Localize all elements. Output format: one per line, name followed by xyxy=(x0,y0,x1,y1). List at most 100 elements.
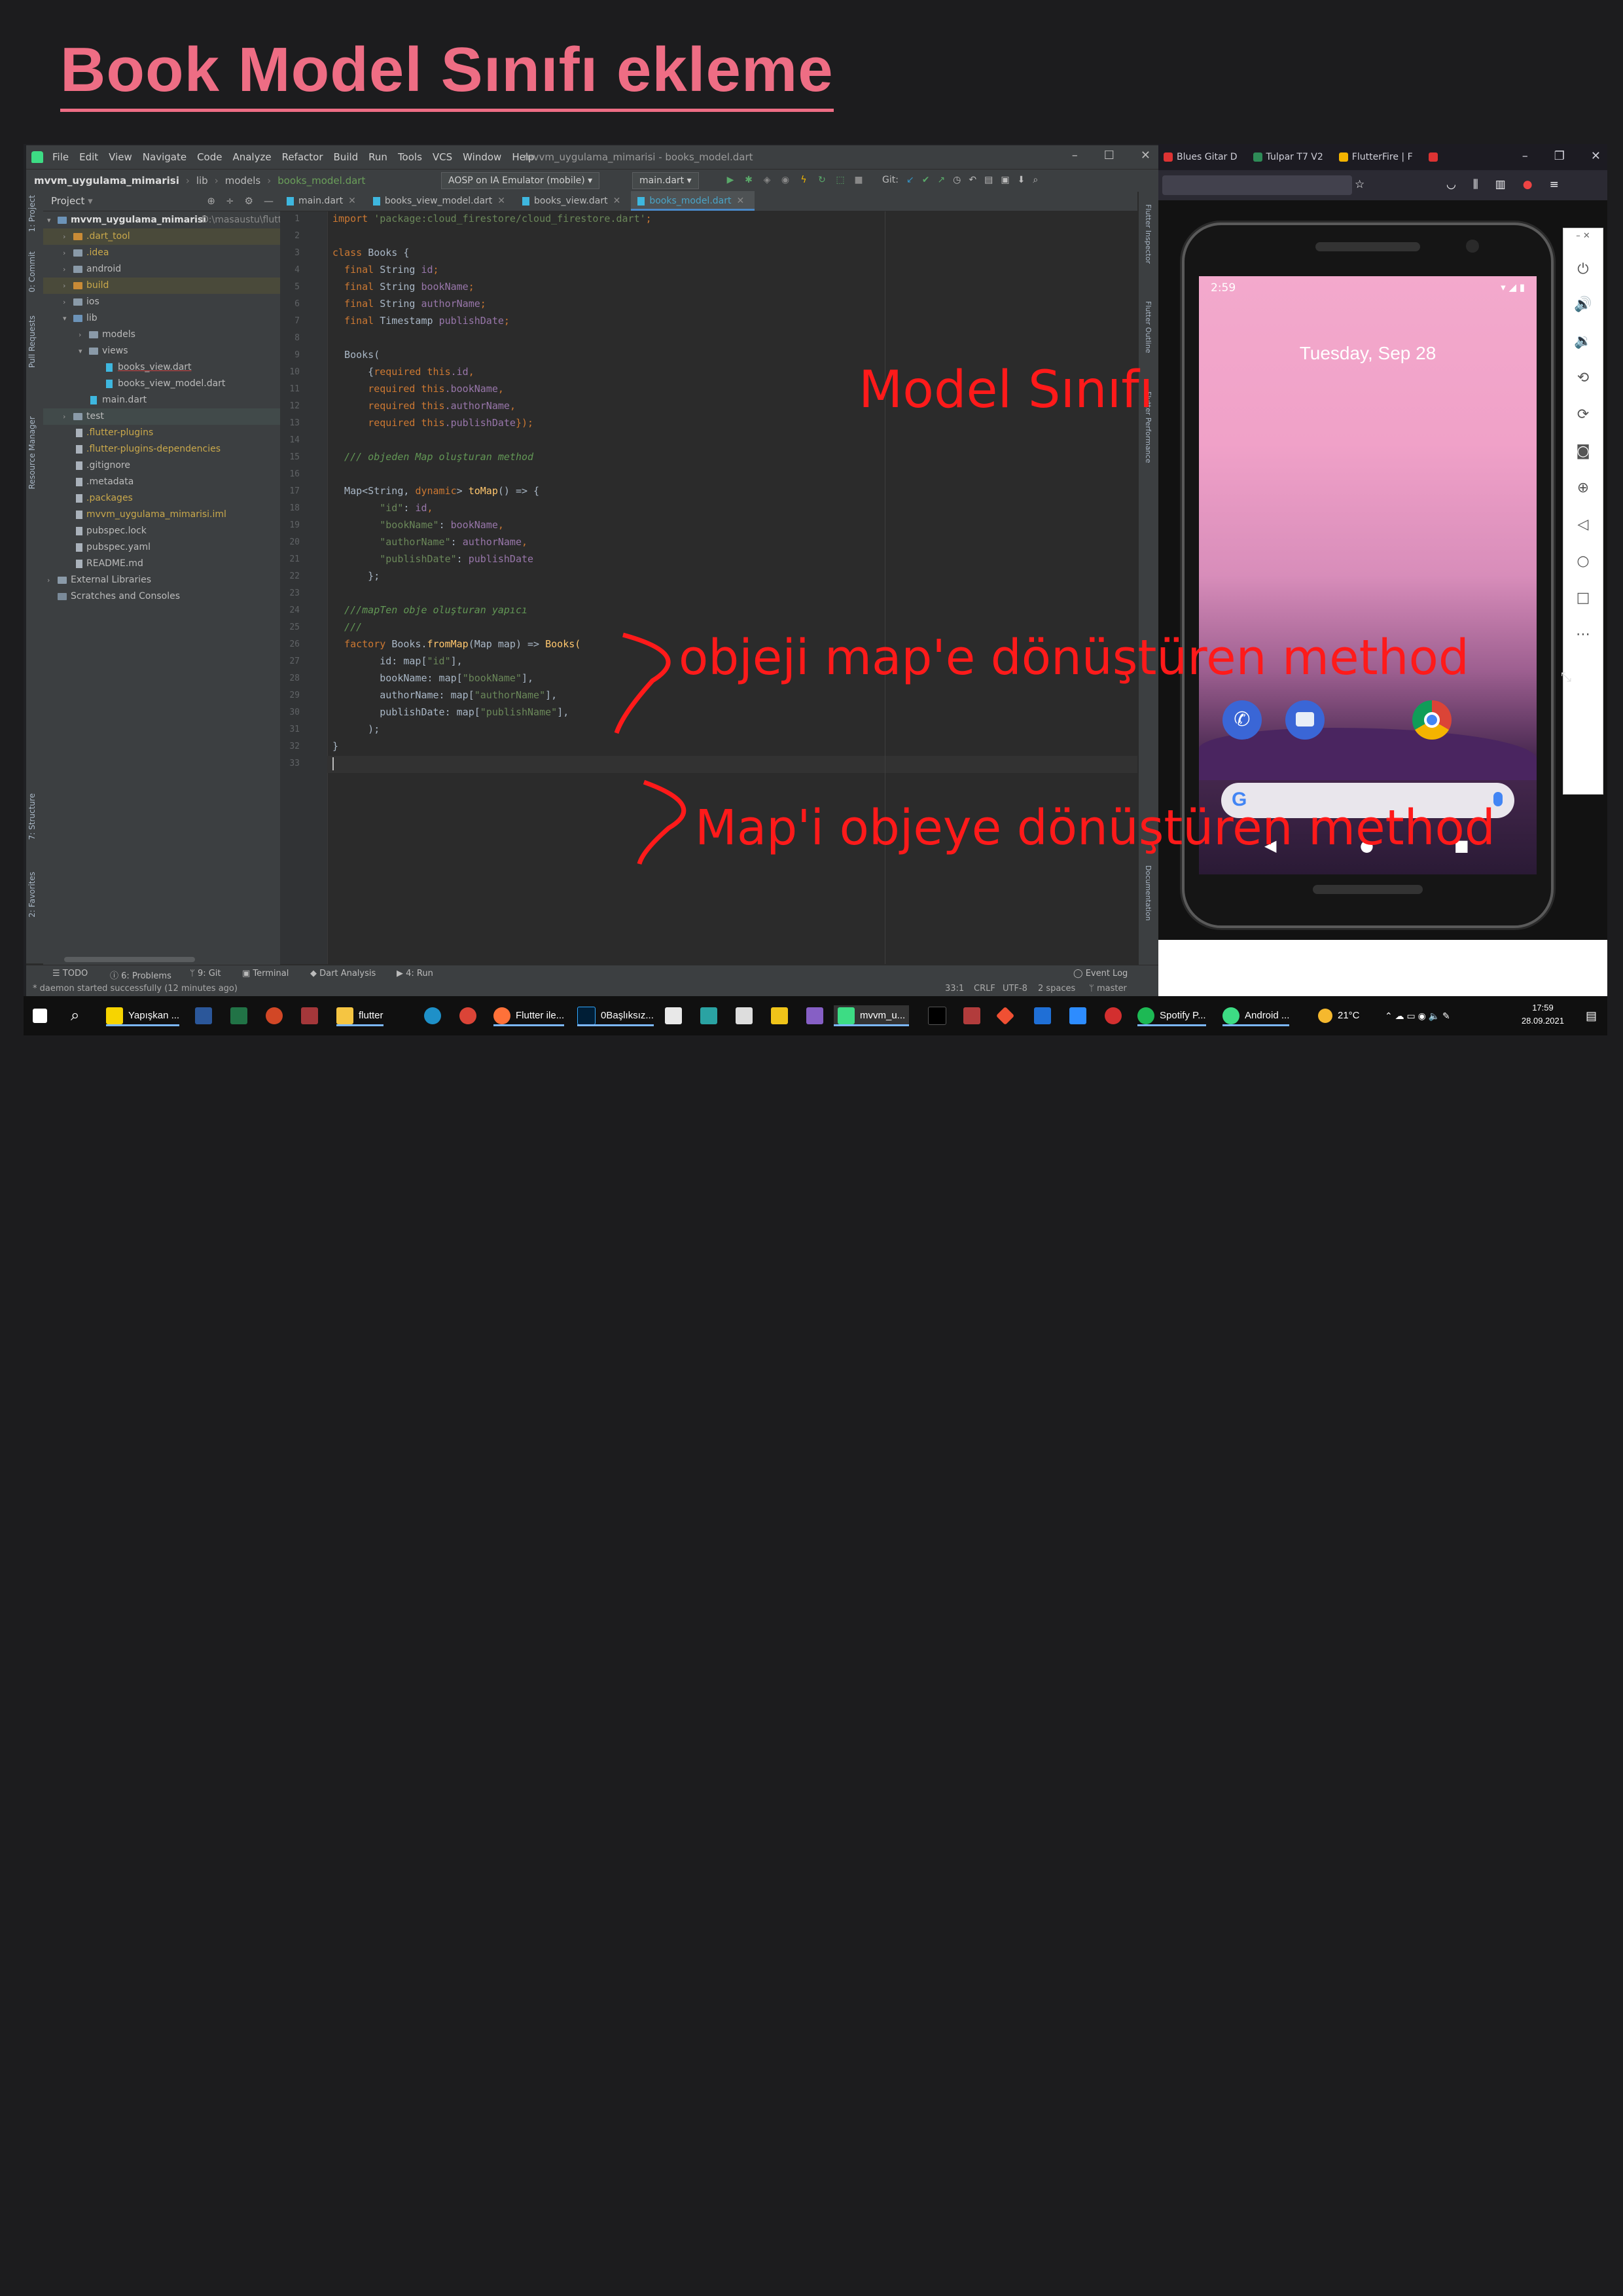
tab-documentation[interactable]: Documentation xyxy=(1144,865,1152,921)
rotate-right-icon[interactable]: ⟳ xyxy=(1563,406,1603,423)
start-icon[interactable] xyxy=(33,1005,52,1026)
app-icon[interactable] xyxy=(1034,1005,1056,1026)
more-icon[interactable]: ⋯ xyxy=(1563,626,1603,643)
tab-flutter-inspector[interactable]: Flutter Inspector xyxy=(1144,204,1152,264)
library-icon[interactable]: ⫼ xyxy=(1473,178,1478,191)
git-commit-icon[interactable]: ✔ xyxy=(922,175,930,185)
edge-icon[interactable] xyxy=(424,1005,446,1026)
camera-icon[interactable]: ◙ xyxy=(1563,443,1603,459)
line-separator[interactable]: CRLF xyxy=(974,984,995,994)
emulator-extended-icon[interactable]: ⤡ xyxy=(1555,669,1577,691)
tab-terminal[interactable]: ▣ Terminal xyxy=(242,969,289,978)
maximize-icon[interactable]: ☐ xyxy=(1104,149,1115,162)
tree-item-views[interactable]: ▾ views xyxy=(43,343,280,359)
menu-analyze[interactable]: Analyze xyxy=(232,151,271,163)
git-push-icon[interactable]: ↗ xyxy=(937,175,945,185)
tree-item-idea[interactable]: › .idea xyxy=(43,245,280,261)
menu-view[interactable]: View xyxy=(109,151,132,163)
minimize-icon[interactable]: – xyxy=(1072,149,1078,162)
chrome-app-icon[interactable] xyxy=(1412,700,1452,740)
tree-item-android[interactable]: › android xyxy=(43,261,280,278)
taskbar-android-emulator[interactable]: Android ... xyxy=(1222,1005,1290,1026)
hot-restart-icon[interactable]: ↻ xyxy=(817,175,827,185)
hide-icon[interactable]: — xyxy=(264,191,274,211)
rotate-left-icon[interactable]: ⟲ xyxy=(1563,370,1603,386)
app-icon[interactable] xyxy=(963,1005,986,1026)
acrobat-icon[interactable] xyxy=(665,1005,687,1026)
tree-item-external-libraries[interactable]: › External Libraries xyxy=(43,572,280,588)
menu-run[interactable]: Run xyxy=(368,151,387,163)
tree-item-flutter-plugins-deps[interactable]: .flutter-plugins-dependencies xyxy=(43,441,280,457)
menu-edit[interactable]: Edit xyxy=(79,151,98,163)
zoom-app-icon[interactable] xyxy=(1069,1005,1092,1026)
weather-widget[interactable]: 21°C xyxy=(1318,1005,1360,1026)
record-icon[interactable] xyxy=(1105,1005,1127,1026)
app-icon[interactable] xyxy=(736,1005,758,1026)
volume-down-icon[interactable]: 🔉 xyxy=(1563,333,1603,350)
git-update-icon[interactable]: ↙ xyxy=(906,175,914,185)
notification-icon[interactable]: ▤ xyxy=(1586,1005,1597,1026)
power-icon[interactable]: ⏻ xyxy=(1563,261,1603,278)
back-icon[interactable]: ◀ xyxy=(1264,836,1276,855)
git-history-icon[interactable]: ◷ xyxy=(953,175,961,185)
restore-icon[interactable]: ❐ xyxy=(1554,149,1565,163)
tree-item-main[interactable]: main.dart xyxy=(43,392,280,408)
tree-item-flutter-plugins[interactable]: .flutter-plugins xyxy=(43,425,280,441)
coverage-icon[interactable]: ◈ xyxy=(762,175,772,185)
word-icon[interactable] xyxy=(195,1005,217,1026)
recents-icon[interactable]: ■ xyxy=(1454,836,1469,855)
visual-studio-icon[interactable] xyxy=(806,1005,829,1026)
horizontal-scrollbar[interactable] xyxy=(64,957,195,962)
taskbar-sticky-notes[interactable]: Yapışkan ... xyxy=(106,1005,180,1026)
menu-file[interactable]: File xyxy=(52,151,69,163)
menu-vcs[interactable]: VCS xyxy=(433,151,452,163)
indent-setting[interactable]: 2 spaces xyxy=(1038,984,1075,994)
assistant-icon[interactable] xyxy=(1493,792,1503,806)
git-branch[interactable]: ᛘ master xyxy=(1089,984,1127,994)
breadcrumb-models[interactable]: models xyxy=(225,175,261,187)
tab-event-log[interactable]: ◯ Event Log xyxy=(1073,969,1128,978)
taskbar-file-explorer[interactable]: flutter xyxy=(336,1005,383,1026)
menu-icon[interactable]: ≡ xyxy=(1550,178,1559,191)
avd-manager-icon[interactable]: ▣ xyxy=(1001,175,1009,185)
breadcrumb-file[interactable]: books_model.dart xyxy=(277,175,365,187)
emulator-screen[interactable]: 2:59 ▾ ◢ ▮ Tuesday, Sep 28 ✆ G ◀ ● ■ xyxy=(1199,276,1537,874)
tab-favorites[interactable]: 2: Favorites xyxy=(27,872,37,918)
tab-structure[interactable]: 7: Structure xyxy=(27,793,37,840)
tree-item-readme[interactable]: README.md xyxy=(43,556,280,572)
taskbar-firefox[interactable]: Flutter ile... xyxy=(493,1005,565,1026)
extension-icon[interactable]: ● xyxy=(1523,178,1533,191)
tree-item-root[interactable]: ▾ mvvm_uygulama_mimarisi D:\masaustu\flutt xyxy=(43,212,281,228)
tree-item-models[interactable]: › models xyxy=(43,327,280,343)
collapse-icon[interactable]: ÷ xyxy=(226,191,234,211)
gear-icon[interactable]: ⚙ xyxy=(245,191,253,211)
tree-item-ios[interactable]: › ios xyxy=(43,294,280,310)
profile-icon[interactable]: ◉ xyxy=(780,175,791,185)
tree-item-gitignore[interactable]: .gitignore xyxy=(43,457,280,474)
tree-item-books-view-model[interactable]: books_view_model.dart xyxy=(43,376,280,392)
device-selector[interactable]: AOSP on IA Emulator (mobile) ▾ xyxy=(441,172,600,189)
messages-app-icon[interactable] xyxy=(1285,700,1325,740)
google-search-bar[interactable]: G xyxy=(1221,783,1514,818)
sdk-manager-icon[interactable]: ⬇ xyxy=(1018,175,1026,185)
tab-project[interactable]: 1: Project xyxy=(27,195,37,232)
menu-window[interactable]: Window xyxy=(463,151,501,163)
project-structure-icon[interactable]: ▤ xyxy=(984,175,993,185)
tree-item-lib[interactable]: ▾ lib xyxy=(43,310,280,327)
tab-run[interactable]: ▶ 4: Run xyxy=(397,969,433,978)
debug-icon[interactable]: ✱ xyxy=(743,175,754,185)
app-icon[interactable] xyxy=(700,1005,722,1026)
tab-git[interactable]: ᛘ 9: Git xyxy=(190,969,221,978)
tab-pull-requests[interactable]: Pull Requests xyxy=(27,315,37,368)
back-icon[interactable]: ◁ xyxy=(1563,516,1603,533)
tree-item-packages[interactable]: .packages xyxy=(43,490,280,507)
project-panel-title[interactable]: Project xyxy=(51,195,84,207)
tree-item-books-view[interactable]: books_view.dart xyxy=(43,359,280,376)
phone-app-icon[interactable]: ✆ xyxy=(1222,700,1262,740)
sidebar-icon[interactable]: ▥ xyxy=(1495,178,1506,191)
tab-resource-manager[interactable]: Resource Manager xyxy=(27,416,37,489)
minimize-icon[interactable]: – xyxy=(1522,149,1528,163)
bookmark-star-icon[interactable]: ☆ xyxy=(1355,178,1364,191)
overview-icon[interactable]: □ xyxy=(1563,590,1603,606)
tree-item-iml[interactable]: mvvm_uygulama_mimarisi.iml xyxy=(43,507,280,523)
